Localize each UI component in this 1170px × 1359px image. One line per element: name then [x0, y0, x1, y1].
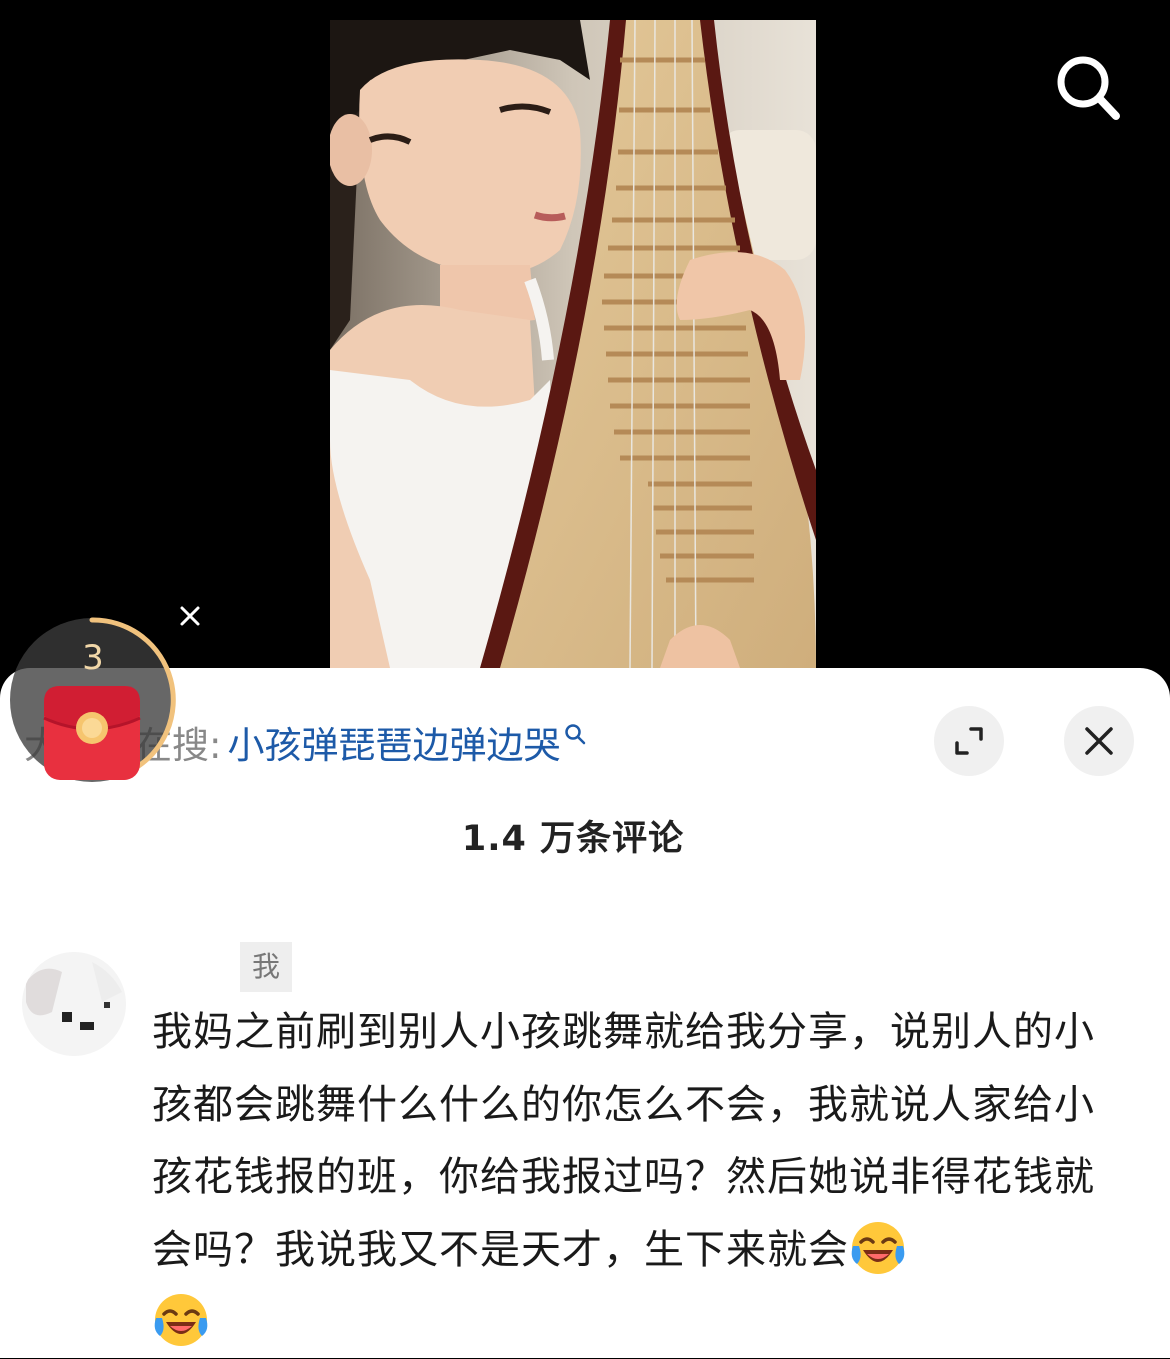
close-icon: [180, 606, 200, 626]
red-envelope-count: 3: [82, 638, 104, 678]
laughing-crying-emoji-icon: [851, 1221, 905, 1274]
small-search-icon: [565, 724, 586, 745]
avatar[interactable]: [22, 952, 126, 1056]
close-comments-button[interactable]: [1064, 706, 1134, 776]
video-player[interactable]: [0, 0, 1170, 668]
search-button[interactable]: [1050, 48, 1126, 124]
expand-icon: [955, 727, 983, 755]
comment-text: 我妈之前刷到别人小孩跳舞就给我分享，说别人的小孩都会跳舞什么什么的你怎么不会，我…: [152, 1009, 1095, 1273]
close-icon: [1085, 727, 1113, 755]
expand-button[interactable]: [934, 706, 1004, 776]
video-thumbnail-girl-playing-pipa: [330, 20, 816, 668]
laughing-crying-emoji-icon: [154, 1294, 208, 1346]
comment-body: 我妈之前刷到别人小孩跳舞就给我分享，说别人的小孩都会跳舞什么什么的你怎么不会，我…: [152, 996, 1132, 1359]
hot-search-query-link[interactable]: 小孩弹琵琶边弹边哭: [227, 715, 560, 769]
avatar-image: [22, 952, 126, 1056]
close-red-envelope-button[interactable]: [172, 598, 208, 634]
search-icon: [1057, 56, 1120, 120]
comment-count-title: 1.4 万条评论: [461, 819, 685, 859]
video-frame[interactable]: [330, 20, 816, 668]
comment-username[interactable]: 我: [240, 942, 292, 992]
